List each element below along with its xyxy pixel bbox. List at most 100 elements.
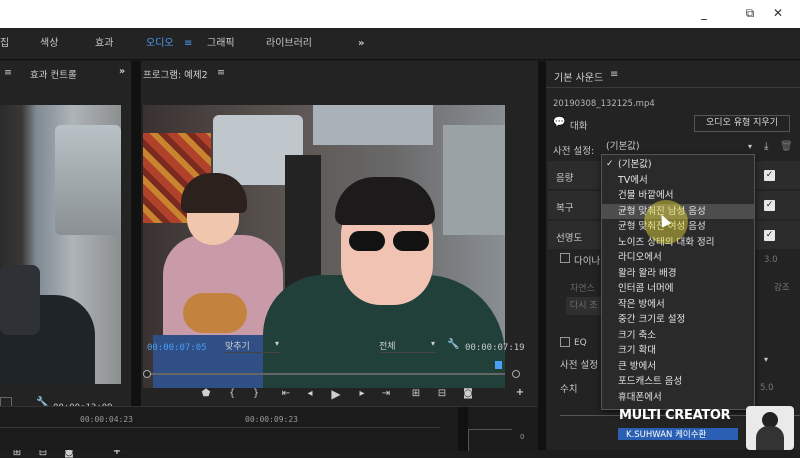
preset-dropdown-menu: ✓ (기본값) TV에서 건물 바깥에서 균형 맞춰진 남성 음성 균형 맞춰진 … xyxy=(601,154,755,410)
timeline-tc-2: 00:00:09:23 xyxy=(245,415,298,424)
fit-select[interactable]: 맞추기 ▾ xyxy=(225,339,281,353)
chevron-down-icon: ▾ xyxy=(274,339,279,348)
go-to-out-icon[interactable]: ⇥ xyxy=(379,388,393,399)
dropdown-item[interactable]: 건물 바깥에서 xyxy=(602,188,754,204)
amount-label: 수치 xyxy=(560,384,578,395)
extract-icon[interactable]: ⊟ xyxy=(435,388,449,399)
workspace-tab-libraries[interactable]: 라이브러리 xyxy=(266,28,312,60)
effect-controls-tab[interactable]: 효과 컨트롤 xyxy=(30,67,77,81)
dynamics-checkbox[interactable] xyxy=(560,253,570,263)
preset-label: 사전 설정: xyxy=(553,146,595,157)
marker-icon[interactable]: ⬟ xyxy=(199,388,213,399)
essential-sound-menu-icon[interactable]: ≡ xyxy=(610,69,618,80)
program-title[interactable]: 프로그램: 예제2 xyxy=(143,67,208,81)
workspace-tab-graphics[interactable]: 그래픽 xyxy=(207,28,235,60)
dropdown-item[interactable]: 크기 확대 xyxy=(602,343,754,359)
speech-bubble-icon: 💬 xyxy=(553,117,566,128)
workspace-more-icon[interactable]: » xyxy=(358,28,364,60)
dropdown-item[interactable]: 작은 방에서 xyxy=(602,297,754,313)
panel-divider[interactable] xyxy=(131,61,141,406)
window-titlebar: _ ⧉ ✕ xyxy=(0,0,800,28)
scrub-end-handle[interactable] xyxy=(512,370,520,378)
repair-label: 복구 xyxy=(556,203,574,214)
workspace-bar: 집 색상 효과 오디오 ≡ 그래픽 라이브러리 » xyxy=(0,28,800,60)
watermark: MULTI CREATOR K.SUHWAN 케이수환 xyxy=(616,406,800,450)
clip-filename: 20190308_132125.mp4 xyxy=(553,99,655,109)
dropdown-item[interactable]: 중간 크기로 설정 xyxy=(602,312,754,328)
workspace-tab-audio[interactable]: 오디오 xyxy=(146,28,174,60)
creator-logo xyxy=(746,406,794,450)
workspace-tab-color[interactable]: 색상 xyxy=(40,28,58,60)
dropdown-item[interactable]: 큰 방에서 xyxy=(602,359,754,375)
source-panel: ≡ 효과 컨트롤 » 🔧 00;00;13;09 ⊞ ⊟ ◙ + xyxy=(0,61,131,458)
panel-divider[interactable] xyxy=(538,61,546,450)
dropdown-item[interactable]: 휴대폰에서 xyxy=(602,390,754,406)
dropdown-item[interactable]: 왈라 왈라 배경 xyxy=(602,266,754,282)
dynamics-value: 3.0 xyxy=(764,255,778,265)
source-more-icon[interactable]: » xyxy=(119,66,125,77)
chevron-down-icon: ▾ xyxy=(430,339,435,348)
preset-select-value: (기본값) xyxy=(606,141,640,152)
clarity-label: 선명도 xyxy=(556,233,583,244)
source-menu-icon[interactable]: ≡ xyxy=(4,67,12,78)
audio-type-label: 대화 xyxy=(570,121,588,132)
workspace-tab-effects[interactable]: 효과 xyxy=(95,28,113,60)
emphasis-label: 강조 xyxy=(774,283,790,293)
dynamics-label: 다이나 xyxy=(574,256,601,267)
save-preset-icon[interactable]: ⤓ xyxy=(764,141,768,152)
dropdown-item[interactable]: TV에서 xyxy=(602,173,754,189)
clarity-checkbox[interactable]: ✓ xyxy=(764,230,775,241)
close-button[interactable]: ✕ xyxy=(756,0,800,28)
minimize-button[interactable]: _ xyxy=(682,0,726,28)
playhead[interactable] xyxy=(495,361,502,369)
quality-select[interactable]: 전체 ▾ xyxy=(379,339,437,353)
eq-label: EQ xyxy=(574,338,587,348)
timeline-tc-1: 00:00:04:23 xyxy=(80,415,133,424)
timeline-strip: 00:00:04:23 00:00:09:23 0 xyxy=(0,406,538,451)
preset-select[interactable]: (기본값) ▾ xyxy=(602,139,754,155)
wrench-icon[interactable]: 🔧 xyxy=(447,339,459,350)
dropdown-item[interactable]: 크기 축소 xyxy=(602,328,754,344)
clear-audio-type-button[interactable]: 오디오 유형 지우기 xyxy=(694,115,790,132)
dropdown-item[interactable]: 포드캐스트 음성 xyxy=(602,374,754,390)
chevron-down-icon: ▾ xyxy=(747,142,752,151)
essential-sound-title[interactable]: 기본 사운드 xyxy=(554,69,603,84)
program-monitor: 프로그램: 예제2 ≡ 00:00:07:05 맞추기 ▾ 전체 ▾ 🔧 00:… xyxy=(141,61,538,406)
meter-zero-label: 0 xyxy=(520,433,525,441)
scrub-start-handle[interactable] xyxy=(143,370,151,378)
program-scrub-bar[interactable] xyxy=(145,373,505,375)
amount-value: 5.0 xyxy=(760,383,774,393)
ruler-line xyxy=(0,427,440,428)
step-forward-icon[interactable]: ▸ xyxy=(355,388,369,399)
dropdown-item[interactable]: 라디오에서 xyxy=(602,250,754,266)
workspace-menu-icon[interactable]: ≡ xyxy=(184,28,192,60)
quality-select-label: 전체 xyxy=(379,342,396,352)
add-button-icon[interactable]: + xyxy=(513,387,527,398)
divider xyxy=(546,87,800,88)
chevron-down-icon[interactable]: ▾ xyxy=(764,355,768,364)
program-timecode-duration: 00:00:07:19 xyxy=(465,343,525,353)
panel-divider xyxy=(458,407,468,451)
mark-out-icon[interactable]: } xyxy=(249,388,263,399)
mark-in-icon[interactable]: { xyxy=(225,388,239,399)
eq-checkbox[interactable] xyxy=(560,337,570,347)
source-video-frame xyxy=(0,105,121,384)
natural-label: 자연스 xyxy=(570,284,595,294)
repair-checkbox[interactable]: ✓ xyxy=(764,200,775,211)
loudness-checkbox[interactable]: ✓ xyxy=(764,170,775,181)
go-to-in-icon[interactable]: ⇤ xyxy=(279,388,293,399)
watermark-title: MULTI CREATOR xyxy=(619,408,731,423)
lift-icon[interactable]: ⊞ xyxy=(409,388,423,399)
delete-preset-icon[interactable]: 🗑 xyxy=(780,141,793,152)
dropdown-item[interactable]: 인터콤 너머에 xyxy=(602,281,754,297)
export-frame-icon[interactable]: ◙ xyxy=(461,388,475,399)
readjust-button[interactable]: 다시 조 xyxy=(566,297,606,315)
program-timecode-current-text[interactable]: 00:00:07:05 xyxy=(147,343,207,353)
loudness-label: 음량 xyxy=(556,173,574,184)
program-menu-icon[interactable]: ≡ xyxy=(217,67,225,78)
watermark-subtitle: K.SUHWAN 케이수환 xyxy=(626,430,707,440)
play-icon[interactable]: ▶ xyxy=(329,387,343,401)
step-back-icon[interactable]: ◂ xyxy=(303,388,317,399)
workspace-tab-edit[interactable]: 집 xyxy=(0,28,9,60)
dropdown-item[interactable]: ✓ (기본값) xyxy=(602,157,754,173)
